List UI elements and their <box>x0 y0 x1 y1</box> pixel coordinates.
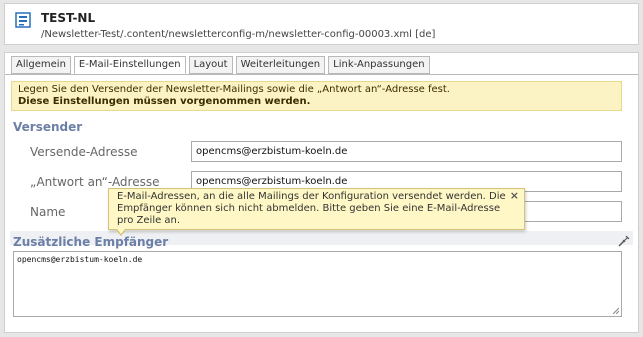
resource-title: TEST-NL <box>41 11 96 25</box>
file-config-icon <box>15 12 31 28</box>
tooltip-text: E-Mail-Adressen, an die alle Mailings de… <box>117 191 506 226</box>
info-notice: Legen Sie den Versender der Newsletter-M… <box>11 81 622 111</box>
tab-email-einstellungen[interactable]: E-Mail-Einstellungen <box>73 56 186 74</box>
section-title-versender: Versender <box>13 120 83 134</box>
help-tooltip: E-Mail-Adressen, an die alle Mailings de… <box>108 188 525 230</box>
label-antwort-an-adresse: „Antwort an“-Adresse <box>30 175 160 189</box>
notice-line-1: Legen Sie den Versender der Newsletter-M… <box>18 84 450 95</box>
editor-header: TEST-NL /Newsletter-Test/.content/newsle… <box>4 3 639 45</box>
textarea-value: opencms@erzbistum-koeln.de <box>17 255 143 264</box>
section-title-zusaetzliche-empfaenger: Zusätzliche Empfänger <box>13 235 169 249</box>
tab-weiterleitungen[interactable]: Weiterleitungen <box>235 56 326 74</box>
versende-adresse-input[interactable]: opencms@erzbistum-koeln.de <box>191 141 622 162</box>
wrench-icon[interactable] <box>618 235 630 247</box>
tab-layout[interactable]: Layout <box>188 56 233 74</box>
resize-grip-icon[interactable] <box>612 307 619 314</box>
tab-link-anpassungen[interactable]: Link-Anpassungen <box>328 56 430 74</box>
label-name: Name <box>30 205 66 219</box>
tooltip-arrow-inner <box>117 229 125 234</box>
notice-line-2: Diese Einstellungen müssen vorgenommen w… <box>18 96 311 107</box>
zusaetzliche-empfaenger-textarea[interactable]: opencms@erzbistum-koeln.de <box>13 251 622 317</box>
close-icon[interactable]: × <box>510 190 519 202</box>
label-versende-adresse: Versende-Adresse <box>30 145 138 159</box>
tab-bar: Allgemein E-Mail-Einstellungen Layout We… <box>11 56 433 74</box>
resource-path: /Newsletter-Test/.content/newsletterconf… <box>41 29 436 40</box>
tab-allgemein[interactable]: Allgemein <box>11 56 71 74</box>
